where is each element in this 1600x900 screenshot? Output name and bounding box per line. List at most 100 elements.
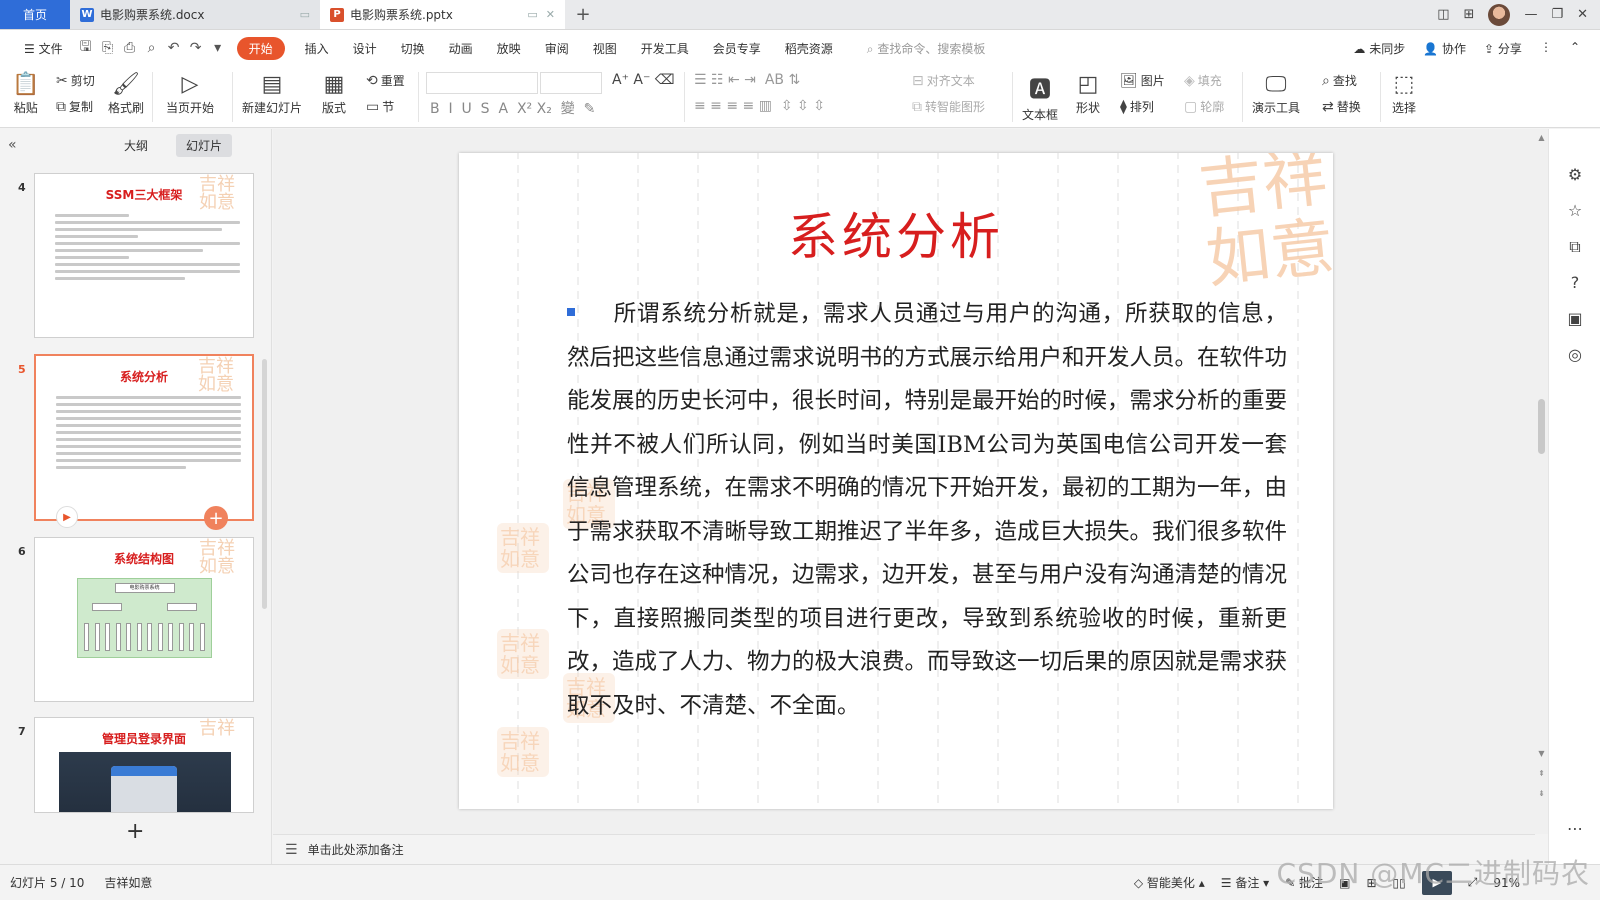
collab-button[interactable]: 👤 协作 [1423, 40, 1466, 57]
current-slide[interactable]: 吉祥 如意 吉祥如意 吉祥如意 吉祥如意 吉祥如意 吉祥如意 系统分析 所谓系统分… [459, 153, 1333, 809]
restore-icon[interactable]: ❐ [1551, 7, 1563, 22]
play-slide-icon[interactable]: ▶ [56, 506, 78, 528]
list-buttons[interactable]: ☰ ☷ ⇤ ⇥ AB ⇅ [694, 72, 800, 88]
location-icon[interactable]: ◎ [1549, 345, 1600, 364]
collapse-ribbon-icon[interactable]: ⌃ [1570, 40, 1580, 57]
find-button[interactable]: ⌕ 查找 [1322, 72, 1357, 89]
menu-docer[interactable]: 稻壳资源 [773, 40, 845, 57]
close-tab-icon[interactable]: ✕ [546, 8, 555, 21]
smart-beautify-button[interactable]: ◇ 智能美化 ▴ [1134, 874, 1205, 891]
settings-sliders-icon[interactable]: ⚙ [1549, 165, 1600, 184]
font-size-select[interactable] [540, 72, 602, 94]
select-button[interactable]: ⬚ 选择 [1392, 72, 1416, 116]
tab-home[interactable]: 首页 [0, 0, 70, 29]
title-tab-bar: 首页 W 电影购票系统.docx ▭ P 电影购票系统.pptx ▭ ✕ + ◫ … [0, 0, 1600, 30]
monitor-icon[interactable]: ▭ [300, 8, 310, 21]
slide-title[interactable]: 系统分析 [459, 197, 1333, 269]
paragraph-align-buttons[interactable]: ≡ ≡ ≡ ≡ ▥ ⇳ ⇳ ⇳ [694, 98, 825, 114]
unsync-button[interactable]: ☁ 未同步 [1353, 40, 1405, 57]
print-icon[interactable]: ⎙ [119, 40, 141, 56]
add-slide-icon[interactable]: + [204, 506, 228, 530]
menu-animation[interactable]: 动画 [437, 40, 485, 57]
play-from-current-button[interactable]: ▷ 当页开始 [166, 72, 214, 116]
right-toolbar: ⚙ ☆ ⧉ ? ▣ ◎ ⋯ [1548, 129, 1600, 864]
slide-thumbnail-4[interactable]: 吉祥 如意 SSM三大框架 [34, 173, 254, 338]
new-slide-button[interactable]: ▤ 新建幻灯片 [242, 72, 302, 116]
grid-apps-icon[interactable]: ⊞ [1464, 7, 1475, 22]
menu-developer[interactable]: 开发工具 [629, 40, 701, 57]
smart-art-button[interactable]: ⧉ 转智能图形 [912, 98, 985, 115]
more-icon[interactable]: ⋮ [1540, 40, 1552, 57]
scroll-down-icon[interactable]: ▼ [1535, 749, 1548, 758]
more-options-icon[interactable]: ⋯ [1549, 819, 1600, 838]
layout-button[interactable]: ▦ 版式 [322, 72, 346, 116]
format-painter-button[interactable]: 🖌 格式刷 [108, 72, 144, 116]
copy-button[interactable]: ⧉ 复制 [56, 98, 93, 115]
panel-scrollbar[interactable] [262, 359, 267, 609]
tab-pptx[interactable]: P 电影购票系统.pptx ▭ ✕ [320, 0, 565, 29]
help-icon[interactable]: ? [1549, 273, 1600, 292]
minimize-icon[interactable]: — [1524, 7, 1537, 22]
slide-thumbnail-6[interactable]: 吉祥 如意 系统结构图 电影购票系统 [34, 537, 254, 702]
collapse-panel-icon[interactable]: « [8, 137, 28, 153]
preview-icon[interactable]: ⌕ [141, 40, 163, 56]
tab-outline[interactable]: 大纲 [114, 134, 158, 157]
seal-decoration-icon: 吉祥如意 [497, 727, 549, 777]
share-button[interactable]: ⇪ 分享 [1484, 40, 1522, 57]
monitor-icon[interactable]: ▭ [527, 8, 537, 21]
presenter-tools-button[interactable]: 🖵 演示工具 [1252, 72, 1300, 116]
tab-slides[interactable]: 幻灯片 [176, 133, 233, 157]
shape-button[interactable]: ◰ 形状 [1076, 72, 1100, 116]
new-tab-button[interactable]: + [565, 0, 601, 29]
scroll-thumb[interactable] [1538, 399, 1545, 454]
dropdown-icon[interactable]: ▾ [207, 40, 229, 56]
section-button[interactable]: ▭ 节 [366, 98, 394, 115]
slide-scrollbar[interactable]: ▲ ▼ ⇞ ⇟ [1535, 129, 1548, 834]
file-menu[interactable]: ☰ 文件 [12, 40, 75, 57]
grow-font-icon[interactable]: A⁺ A⁻ ⌫ [612, 72, 675, 88]
paste-button[interactable]: 📋 粘贴 [12, 72, 39, 116]
menu-slideshow[interactable]: 放映 [485, 40, 533, 57]
replace-button[interactable]: ⇄ 替换 [1322, 98, 1361, 115]
theme-name[interactable]: 吉祥如意 [94, 874, 162, 891]
image-tool-icon[interactable]: ▣ [1549, 309, 1600, 328]
window-layout-icon[interactable]: ◫ [1437, 7, 1449, 22]
slide-thumbnail-5[interactable]: 吉祥 如意 系统分析 [34, 354, 254, 521]
undo-icon[interactable]: ↶ [163, 40, 185, 56]
avatar[interactable] [1488, 3, 1511, 26]
cut-button[interactable]: ✂ 剪切 [56, 72, 95, 89]
menu-design[interactable]: 设计 [341, 40, 389, 57]
slide-thumbnail-7[interactable]: 吉祥 管理员登录界面 [34, 717, 254, 813]
menu-transition[interactable]: 切换 [389, 40, 437, 57]
scroll-up-icon[interactable]: ▲ [1535, 133, 1548, 142]
prev-slide-icon[interactable]: ⇞ [1535, 769, 1548, 778]
redo-icon[interactable]: ↷ [185, 40, 207, 56]
textbox-button[interactable]: 🅰 文本框 [1022, 72, 1058, 123]
command-search[interactable]: ⌕ 查找命令、搜索模板 [855, 40, 998, 57]
close-window-icon[interactable]: ✕ [1577, 7, 1588, 22]
reset-button[interactable]: ⟲ 重置 [366, 72, 405, 89]
menu-member[interactable]: 会员专享 [701, 40, 773, 57]
layout-icon: ▦ [323, 72, 345, 97]
align-text-button[interactable]: ⊟ 对齐文本 [912, 72, 975, 89]
slides-icon[interactable]: ⧉ [1549, 237, 1600, 257]
fill-button[interactable]: ◈ 填充 [1184, 72, 1222, 89]
replace-icon: ⇄ [1322, 98, 1334, 115]
save-icon[interactable]: 🖫 [75, 36, 97, 60]
menu-insert[interactable]: 插入 [293, 40, 341, 57]
picture-button[interactable]: 🖼 图片 [1120, 72, 1165, 89]
tab-docx[interactable]: W 电影购票系统.docx ▭ [70, 0, 320, 29]
outline-button[interactable]: ▢ 轮廓 [1184, 98, 1224, 115]
slide-body-text[interactable]: 所谓系统分析就是，需求人员通过与用户的沟通，所获取的信息，然后把这些信息通过需求… [567, 293, 1287, 728]
font-family-select[interactable] [426, 72, 538, 94]
text-style-group[interactable]: B I U S A X² X₂ 變 ✎ [430, 98, 595, 118]
star-icon[interactable]: ☆ [1549, 201, 1600, 220]
arrange-button[interactable]: ⧫ 排列 [1120, 98, 1154, 115]
export-icon[interactable]: ⎘ [97, 40, 119, 56]
next-slide-icon[interactable]: ⇟ [1535, 789, 1548, 798]
menu-review[interactable]: 审阅 [533, 40, 581, 57]
menu-start[interactable]: 开始 [236, 36, 285, 60]
new-slide-plus-button[interactable]: + [126, 819, 144, 844]
menu-view[interactable]: 视图 [581, 40, 629, 57]
notes-toggle-button[interactable]: ☰ 备注 ▾ [1221, 874, 1269, 891]
